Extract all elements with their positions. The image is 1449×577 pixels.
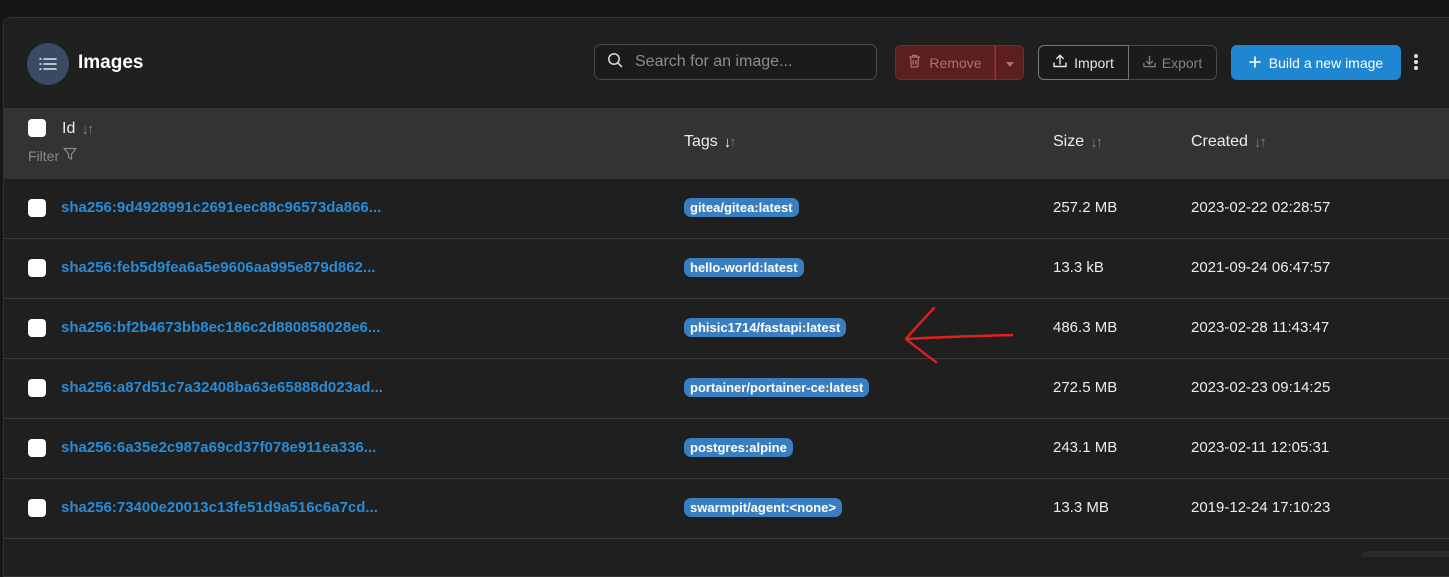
table-row: sha256:feb5d9fea6a5e9606aa995e879d862...…	[4, 239, 1449, 299]
image-id-link[interactable]: sha256:73400e20013c13fe51d9a516c6a7cd...	[61, 499, 378, 516]
table-row: sha256:6a35e2c987a69cd37f078e911ea336...…	[4, 419, 1449, 479]
scroll-footer	[1362, 551, 1449, 557]
row-checkbox[interactable]	[28, 199, 46, 217]
trash-icon	[908, 54, 921, 71]
table-header: Id ↓↑ Filter Tags ↓↑ Size ↓↑ Created ↓↑	[4, 108, 1449, 179]
tag-badge: postgres:alpine	[684, 438, 793, 457]
image-created: 2023-02-28 11:43:47	[1191, 319, 1330, 336]
table-row: sha256:73400e20013c13fe51d9a516c6a7cd...…	[4, 479, 1449, 539]
more-options-icon[interactable]	[1410, 51, 1422, 73]
table-row: sha256:bf2b4673bb8ec186c2d880858028e6...…	[4, 299, 1449, 359]
select-all-checkbox[interactable]	[28, 119, 46, 137]
sort-icon: ↓↑	[1090, 133, 1103, 151]
caret-down-icon	[1005, 54, 1014, 72]
image-size: 243.1 MB	[1053, 439, 1118, 456]
row-checkbox[interactable]	[28, 319, 46, 337]
upload-icon	[1053, 54, 1067, 71]
image-created: 2023-02-23 09:14:25	[1191, 379, 1331, 396]
image-size: 13.3 MB	[1053, 499, 1109, 516]
export-button[interactable]: Export	[1129, 45, 1217, 80]
image-created: 2021-09-24 06:47:57	[1191, 259, 1331, 276]
search-input[interactable]	[635, 53, 865, 71]
download-icon	[1143, 55, 1156, 71]
search-icon	[607, 52, 623, 73]
image-created: 2023-02-11 12:05:31	[1191, 439, 1330, 456]
row-checkbox[interactable]	[28, 439, 46, 457]
build-image-label: Build a new image	[1268, 54, 1384, 71]
column-size-header[interactable]: Size ↓↑	[1053, 133, 1103, 151]
row-checkbox[interactable]	[28, 259, 46, 277]
sort-icon: ↓↑	[723, 133, 737, 151]
tag-badge: phisic1714/fastapi:latest	[684, 318, 847, 337]
row-checkbox[interactable]	[28, 379, 46, 397]
table-row: sha256:a87d51c7a32408ba63e65888d023ad...…	[4, 359, 1449, 419]
list-icon	[27, 43, 69, 85]
column-created-header[interactable]: Created ↓↑	[1191, 133, 1267, 151]
image-id-link[interactable]: sha256:6a35e2c987a69cd37f078e911ea336...	[61, 439, 376, 456]
annotation-arrow-icon	[904, 306, 1014, 364]
import-button[interactable]: Import	[1038, 45, 1129, 80]
image-id-link[interactable]: sha256:a87d51c7a32408ba63e65888d023ad...	[61, 379, 383, 396]
image-id-link[interactable]: sha256:9d4928991c2691eec88c96573da866...	[61, 199, 381, 216]
table-row: sha256:9d4928991c2691eec88c96573da866...…	[4, 179, 1449, 239]
page-title: Images	[78, 52, 144, 73]
filter-icon	[63, 147, 77, 164]
image-size: 272.5 MB	[1053, 379, 1118, 396]
sort-icon: ↓↑	[81, 120, 94, 138]
plus-icon	[1248, 55, 1261, 71]
image-created: 2023-02-22 02:28:57	[1191, 199, 1331, 216]
build-image-button[interactable]: Build a new image	[1231, 45, 1401, 80]
sort-icon: ↓↑	[1253, 133, 1267, 151]
panel-header: Images Remove Import	[4, 18, 1449, 108]
remove-dropdown-button[interactable]	[995, 45, 1024, 80]
image-created: 2019-12-24 17:10:23	[1191, 499, 1331, 516]
tag-badge: hello-world:latest	[684, 258, 804, 277]
search-box[interactable]	[594, 44, 877, 80]
column-tags-header[interactable]: Tags ↓↑	[684, 133, 737, 151]
image-size: 486.3 MB	[1053, 319, 1118, 336]
export-label: Export	[1161, 54, 1203, 71]
image-id-link[interactable]: sha256:bf2b4673bb8ec186c2d880858028e6...	[61, 319, 380, 336]
images-panel: Images Remove Import	[3, 17, 1449, 577]
remove-button[interactable]: Remove	[895, 45, 995, 80]
image-size: 257.2 MB	[1053, 199, 1118, 216]
image-id-link[interactable]: sha256:feb5d9fea6a5e9606aa995e879d862...	[61, 259, 375, 276]
tag-badge: gitea/gitea:latest	[684, 198, 799, 217]
tag-badge: swarmpit/agent:<none>	[684, 498, 842, 517]
tag-badge: portainer/portainer-ce:latest	[684, 378, 870, 397]
id-filter[interactable]: Filter	[28, 147, 77, 164]
column-id-header[interactable]: Id ↓↑	[62, 120, 94, 138]
row-checkbox[interactable]	[28, 499, 46, 517]
image-size: 13.3 kB	[1053, 259, 1104, 276]
import-label: Import	[1074, 54, 1114, 71]
remove-label: Remove	[929, 54, 982, 71]
